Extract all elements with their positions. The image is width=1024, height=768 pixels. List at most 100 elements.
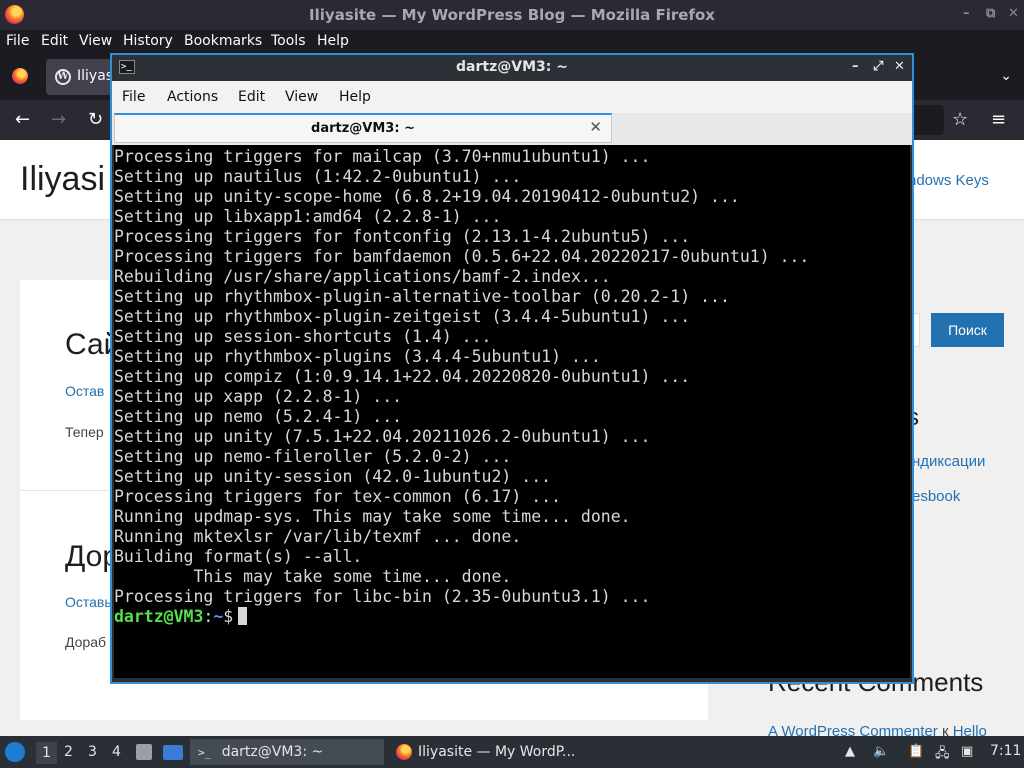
post-excerpt: Дораб: [65, 634, 107, 650]
comment-author-link[interactable]: A WordPress Commenter: [768, 723, 938, 736]
prompt-symbol: $: [223, 607, 234, 626]
minimize-icon[interactable]: –: [963, 6, 970, 21]
term-menu-actions[interactable]: Actions: [167, 89, 218, 105]
terminal-line: Processing triggers for mailcap (3.70+nm…: [114, 147, 651, 166]
menu-view[interactable]: View: [79, 33, 112, 49]
sidebar-link[interactable]: esbook: [912, 488, 960, 505]
terminal-output: Processing triggers for mailcap (3.70+nm…: [114, 147, 809, 627]
taskbar: 1 2 3 4 >_ dartz@VM3: ~ Iliyasite — My W…: [0, 736, 1024, 768]
terminal-line: This may take some time... done.: [114, 567, 512, 586]
firefox-titlebar: Iliyasite — My WordPress Blog — Mozilla …: [0, 0, 1024, 30]
menu-tools[interactable]: Tools: [271, 33, 306, 49]
close-icon[interactable]: ✕: [1008, 6, 1019, 21]
back-arrow-icon[interactable]: ←: [15, 109, 30, 130]
terminal-tabbar: dartz@VM3: ~ ✕: [112, 113, 912, 145]
workspace-2[interactable]: 2: [64, 744, 73, 760]
taskbar-firefox-button[interactable]: Iliyasite — My WordP...: [390, 739, 590, 765]
search-button[interactable]: Поиск: [931, 313, 1004, 347]
volume-icon[interactable]: 🔈: [873, 744, 889, 759]
terminal-line: Setting up compiz (1:0.9.14.1+22.04.2022…: [114, 367, 691, 386]
term-menu-file[interactable]: File: [122, 89, 145, 105]
browser-tab-label: Iliyas: [77, 68, 114, 84]
clipboard-icon[interactable]: 📋: [908, 744, 924, 759]
term-menu-help[interactable]: Help: [339, 89, 371, 105]
network-icon[interactable]: 🖧: [935, 744, 950, 766]
nav-menu-item[interactable]: ndows Keys: [908, 172, 989, 189]
terminal-line: Processing triggers for tex-common (6.17…: [114, 487, 562, 506]
firefox-window-title: Iliyasite — My WordPress Blog — Mozilla …: [309, 6, 715, 24]
terminal-line: Setting up unity (7.5.1+22.04.20211026.2…: [114, 427, 651, 446]
reload-icon[interactable]: ↻: [88, 109, 103, 130]
terminal-tab[interactable]: dartz@VM3: ~ ✕: [114, 113, 612, 143]
url-bar[interactable]: [910, 105, 944, 135]
site-title[interactable]: Iliyasi: [20, 160, 105, 199]
menu-file[interactable]: File: [6, 33, 29, 49]
prompt-separator: :: [203, 607, 214, 626]
menu-edit[interactable]: Edit: [41, 33, 68, 49]
terminal-line: Setting up rhythmbox-plugins (3.4.4-5ubu…: [114, 347, 601, 366]
app-menu-icon[interactable]: ≡: [991, 109, 1006, 130]
taskbar-terminal-label: dartz@VM3: ~: [221, 744, 324, 760]
terminal-line: Running mktexlsr /var/lib/texmf ... done…: [114, 527, 522, 546]
maximize-icon[interactable]: ⧉: [986, 6, 995, 21]
recent-comment-entry: A WordPress Commenter к Hello: [768, 723, 987, 736]
post-comment-link[interactable]: Оставь: [65, 594, 112, 610]
terminal-line: Building format(s) --all.: [114, 547, 363, 566]
terminal-line: Setting up libxapp1:amd64 (2.2.8-1) ...: [114, 207, 502, 226]
menu-help[interactable]: Help: [317, 33, 349, 49]
bookmark-star-icon[interactable]: ☆: [952, 109, 968, 130]
terminal-line: Setting up session-shortcuts (1.4) ...: [114, 327, 492, 346]
terminal-line: Setting up xapp (2.2.8-1) ...: [114, 387, 403, 406]
workspace-4[interactable]: 4: [112, 744, 121, 760]
notification-icon[interactable]: ▣: [961, 744, 973, 759]
comment-on-text: к: [941, 723, 949, 736]
post-comment-link[interactable]: Остав: [65, 383, 104, 399]
start-menu-icon[interactable]: [5, 742, 25, 762]
terminal-menubar: File Actions Edit View Help: [112, 81, 912, 113]
firefox-logo-icon: [396, 744, 412, 760]
terminal-titlebar[interactable]: >_ dartz@VM3: ~ – ⤢ ✕: [112, 55, 912, 81]
sidebar-link[interactable]: ндиксации: [912, 453, 985, 470]
menu-bookmarks[interactable]: Bookmarks: [184, 33, 262, 49]
maximize-icon[interactable]: ⤢: [873, 59, 883, 74]
close-icon[interactable]: ✕: [894, 59, 905, 74]
terminal-line: Setting up unity-scope-home (6.8.2+19.04…: [114, 187, 740, 206]
workspace-1[interactable]: 1: [36, 742, 57, 764]
terminal-screen[interactable]: Processing triggers for mailcap (3.70+nm…: [114, 145, 910, 678]
comment-post-link[interactable]: Hello: [953, 723, 987, 736]
firefox-view-icon[interactable]: [12, 68, 28, 84]
term-menu-edit[interactable]: Edit: [238, 89, 265, 105]
prompt-user: dartz@VM3: [114, 607, 204, 626]
forward-arrow-icon[interactable]: →: [51, 109, 66, 130]
updates-icon[interactable]: ▲: [845, 744, 855, 759]
prompt-directory: ~: [213, 607, 224, 626]
terminal-line: Processing triggers for fontconfig (2.13…: [114, 227, 691, 246]
taskbar-terminal-button[interactable]: >_ dartz@VM3: ~: [190, 739, 384, 765]
terminal-line: Setting up unity-session (42.0-1ubuntu2)…: [114, 467, 552, 486]
terminal-line: Setting up nemo (5.2.4-1) ...: [114, 407, 403, 426]
minimize-icon[interactable]: –: [852, 59, 859, 74]
clock: 7:11: [990, 743, 1022, 759]
terminal-line: Running updmap-sys. This may take some t…: [114, 507, 631, 526]
tab-list-chevron-icon[interactable]: ⌄: [1000, 68, 1012, 84]
terminal-line: Setting up rhythmbox-plugin-zeitgeist (3…: [114, 307, 691, 326]
taskbar-firefox-label: Iliyasite — My WordP...: [418, 744, 576, 760]
terminal-line: Setting up nautilus (1:42.2-0ubuntu1) ..…: [114, 167, 522, 186]
show-desktop-icon[interactable]: [163, 745, 183, 760]
terminal-line: Setting up nemo-fileroller (5.2.0-2) ...: [114, 447, 512, 466]
tab-close-icon[interactable]: ✕: [589, 118, 602, 136]
terminal-line: Rebuilding /usr/share/applications/bamf-…: [114, 267, 611, 286]
terminal-cursor: [238, 607, 248, 625]
terminal-line: Processing triggers for bamfdaemon (0.5.…: [114, 247, 810, 266]
terminal-window-title: dartz@VM3: ~: [456, 59, 568, 75]
terminal-line: Setting up rhythmbox-plugin-alternative-…: [114, 287, 730, 306]
workspace-3[interactable]: 3: [88, 744, 97, 760]
terminal-icon: >_: [198, 746, 212, 759]
term-menu-view[interactable]: View: [285, 89, 318, 105]
post-excerpt: Тепер: [65, 424, 104, 440]
firefox-menubar: File Edit View History Bookmarks Tools H…: [0, 30, 1024, 54]
terminal-window: >_ dartz@VM3: ~ – ⤢ ✕ File Actions Edit …: [110, 53, 914, 684]
menu-history[interactable]: History: [123, 33, 173, 49]
terminal-line: Processing triggers for libc-bin (2.35-0…: [114, 587, 651, 606]
file-manager-icon[interactable]: [136, 744, 152, 760]
